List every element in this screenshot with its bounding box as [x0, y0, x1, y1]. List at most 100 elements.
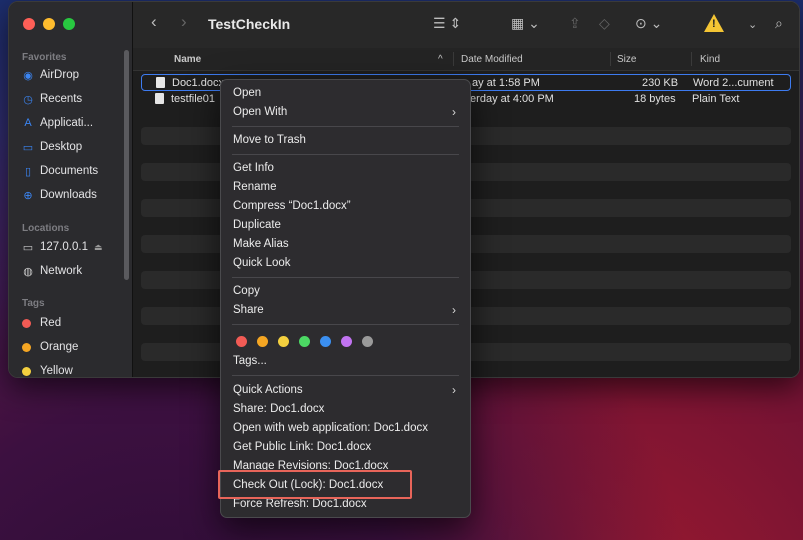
- sidebar-item-label: Recents: [40, 93, 83, 105]
- forward-button[interactable]: ›: [181, 12, 187, 32]
- tag-color-green[interactable]: [299, 336, 310, 347]
- sidebar-item-network[interactable]: ◍ Network: [22, 265, 83, 278]
- sidebar-item-localhost[interactable]: ▭ 127.0.0.1 ⏏: [22, 241, 103, 254]
- locations-header: Locations: [22, 223, 70, 234]
- sidebar-item-applications[interactable]: A Applicati...: [22, 117, 93, 129]
- tag-red-dot: [22, 318, 31, 328]
- clock-icon: ◷: [23, 93, 33, 106]
- document-icon: ▯: [24, 165, 32, 178]
- file-kind: Word 2...cument: [693, 77, 774, 89]
- sidebar-item-label: Red: [40, 317, 62, 329]
- sort-up-icon[interactable]: ^: [438, 54, 443, 65]
- file-size: 230 KB: [642, 77, 679, 89]
- menu-item-open-web-app[interactable]: Open with web application: Doc1.docx: [233, 420, 460, 437]
- tag-yellow-dot: [22, 366, 31, 376]
- sidebar-tag-red[interactable]: Red: [22, 317, 61, 329]
- tag-color-yellow[interactable]: [278, 336, 289, 347]
- computer-icon: ▭: [22, 241, 34, 254]
- column-kind[interactable]: Kind: [700, 54, 720, 65]
- window-title: TestCheckIn: [208, 16, 291, 32]
- airdrop-icon: ◉: [23, 69, 33, 82]
- tag-color-red[interactable]: [236, 336, 247, 347]
- menu-item-quick-actions[interactable]: Quick Actions ›: [233, 382, 460, 399]
- tag-color-orange[interactable]: [257, 336, 268, 347]
- warning-icon[interactable]: [704, 14, 724, 32]
- tag-orange-dot: [22, 342, 31, 352]
- search-icon[interactable]: ⌕: [775, 15, 783, 32]
- menu-item-open[interactable]: Open: [233, 85, 460, 102]
- column-size[interactable]: Size: [617, 54, 636, 65]
- list-view-icon[interactable]: ☰ ⇕: [433, 15, 461, 32]
- tag-icon[interactable]: ◇: [599, 15, 610, 32]
- file-name: Doc1.docx: [172, 77, 224, 89]
- sidebar-item-recents[interactable]: ◷ Recents: [22, 93, 83, 106]
- globe-icon: ◍: [23, 265, 33, 278]
- file-size: 18 bytes: [634, 93, 676, 105]
- sidebar-tag-yellow[interactable]: Yellow: [22, 365, 73, 377]
- sidebar-item-label: Applicati...: [40, 117, 94, 129]
- eject-icon[interactable]: ⏏: [94, 242, 103, 253]
- menu-item-copy[interactable]: Copy: [233, 283, 460, 300]
- sidebar-item-label: AirDrop: [40, 69, 79, 81]
- sidebar: Favorites ◉ AirDrop ◷ Recents A Applicat…: [9, 2, 133, 377]
- sidebar-item-label: Yellow: [40, 365, 73, 377]
- menu-item-label: Quick Actions: [233, 384, 303, 396]
- chevron-down-icon[interactable]: ⌄: [748, 18, 757, 31]
- sidebar-tag-orange[interactable]: Orange: [22, 341, 78, 353]
- close-button[interactable]: [23, 18, 35, 30]
- menu-item-move-to-trash[interactable]: Move to Trash: [233, 132, 460, 149]
- sidebar-scrollbar[interactable]: [124, 50, 129, 280]
- tag-color-blue[interactable]: [320, 336, 331, 347]
- file-date: terday at 4:00 PM: [467, 93, 554, 105]
- sidebar-item-downloads[interactable]: ⊕ Downloads: [22, 189, 97, 202]
- desktop-icon: ▭: [22, 141, 34, 154]
- tag-color-gray[interactable]: [362, 336, 373, 347]
- sidebar-item-desktop[interactable]: ▭ Desktop: [22, 141, 83, 154]
- share-icon[interactable]: ⇪: [569, 15, 581, 32]
- more-actions-icon[interactable]: ⊙ ⌄: [635, 15, 662, 32]
- menu-item-share[interactable]: Share ›: [233, 302, 460, 319]
- menu-item-share-doc[interactable]: Share: Doc1.docx: [233, 401, 460, 418]
- menu-item-open-with[interactable]: Open With ›: [233, 104, 460, 121]
- column-date-modified[interactable]: Date Modified: [461, 54, 523, 65]
- minimize-button[interactable]: [43, 18, 55, 30]
- sidebar-item-airdrop[interactable]: ◉ AirDrop: [22, 69, 79, 82]
- sidebar-item-label: Network: [40, 265, 83, 277]
- window-controls: [23, 18, 75, 30]
- chevron-right-icon: ›: [452, 303, 456, 317]
- favorites-header: Favorites: [22, 52, 67, 63]
- tag-color-purple[interactable]: [341, 336, 352, 347]
- chevron-right-icon: ›: [452, 383, 456, 397]
- sidebar-item-label: Orange: [40, 341, 79, 353]
- sidebar-item-label: 127.0.0.1: [40, 241, 88, 253]
- tags-header: Tags: [22, 298, 45, 309]
- file-date: ay at 1:58 PM: [472, 77, 540, 89]
- document-icon: [156, 77, 165, 88]
- toolbar: ‹ › TestCheckIn ☰ ⇕ ▦ ⌄ ⇪ ◇ ⊙ ⌄ ⌄ ⌕: [133, 2, 799, 49]
- back-button[interactable]: ‹: [151, 12, 157, 32]
- applications-icon: A: [24, 117, 32, 129]
- text-file-icon: [155, 93, 164, 104]
- group-view-icon[interactable]: ▦ ⌄: [511, 15, 540, 32]
- column-name[interactable]: Name: [174, 54, 201, 65]
- sidebar-item-label: Downloads: [40, 189, 97, 201]
- column-header: Name ^ Date Modified Size Kind: [133, 48, 799, 71]
- file-kind: Plain Text: [692, 93, 740, 105]
- menu-item-get-info[interactable]: Get Info: [233, 160, 460, 177]
- menu-item-quick-look[interactable]: Quick Look: [233, 255, 460, 272]
- chevron-right-icon: ›: [452, 105, 456, 119]
- menu-item-label: Share: [233, 304, 264, 316]
- sidebar-item-label: Documents: [40, 165, 99, 177]
- menu-item-tags[interactable]: Tags...: [233, 353, 460, 370]
- zoom-button[interactable]: [63, 18, 75, 30]
- sidebar-item-label: Desktop: [40, 141, 83, 153]
- menu-item-get-public-link[interactable]: Get Public Link: Doc1.docx: [233, 439, 460, 456]
- sidebar-item-documents[interactable]: ▯ Documents: [22, 165, 99, 178]
- download-icon: ⊕: [23, 189, 33, 202]
- menu-item-compress[interactable]: Compress “Doc1.docx”: [233, 198, 460, 215]
- menu-item-make-alias[interactable]: Make Alias: [233, 236, 460, 253]
- highlight-box: [218, 470, 412, 499]
- menu-item-rename[interactable]: Rename: [233, 179, 460, 196]
- context-menu: Open Open With › Move to Trash Get Info …: [220, 79, 471, 518]
- menu-item-duplicate[interactable]: Duplicate: [233, 217, 460, 234]
